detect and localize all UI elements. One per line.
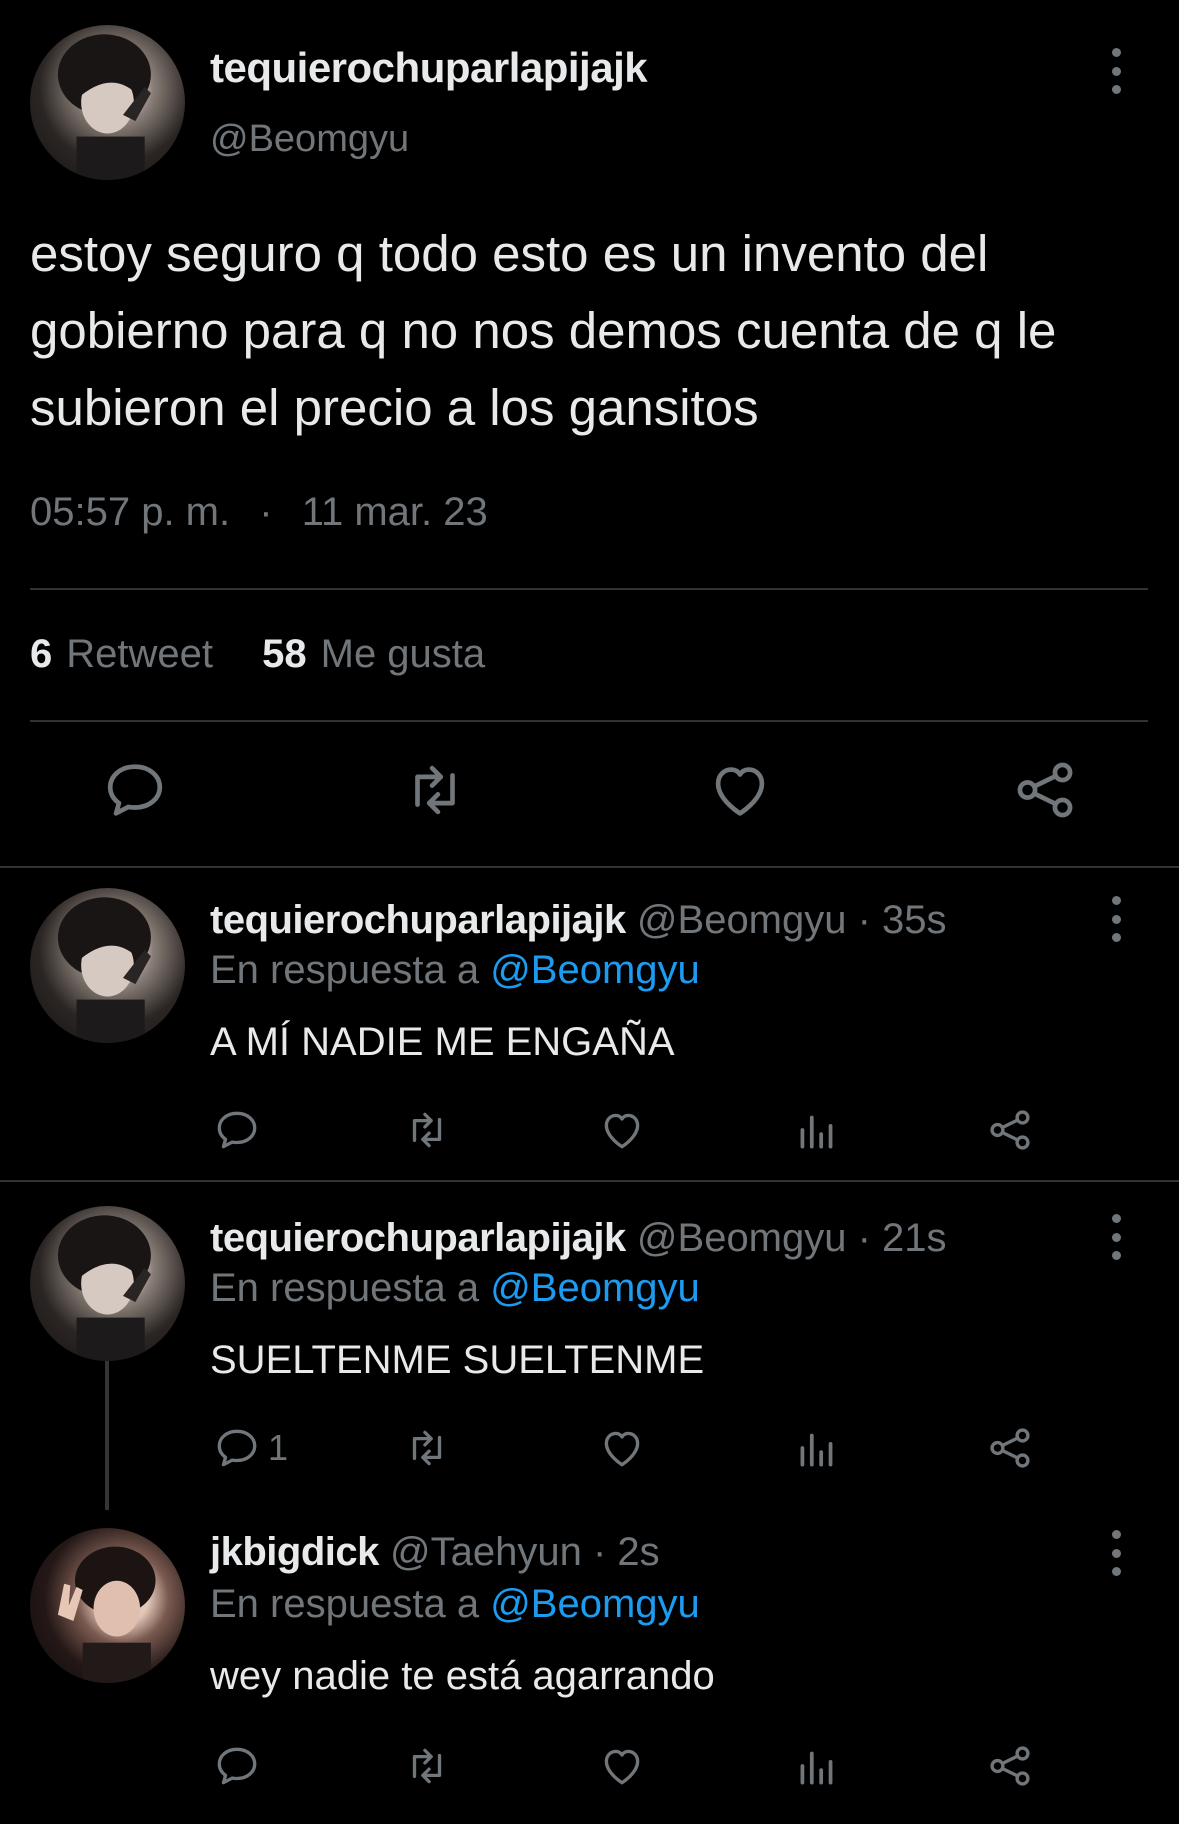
reply-tweet[interactable]: tequierochuparlapijajk @Beomgyu · 35s En… xyxy=(0,868,1179,1180)
retweet-count: 6 xyxy=(30,632,53,676)
reply-icon[interactable] xyxy=(212,1102,262,1158)
reply-header: jkbigdick @Taehyun · 2s xyxy=(210,1530,660,1575)
reply-to-label: En respuesta a xyxy=(210,1266,480,1310)
heart-icon[interactable] xyxy=(597,1420,647,1476)
reply-icon[interactable] xyxy=(212,1738,262,1794)
engagement-stats: 6 Retweet 58 Me gusta xyxy=(30,632,523,677)
reply-action-bar: 1 xyxy=(0,1420,1179,1480)
retweet-icon[interactable] xyxy=(402,1738,452,1794)
reply-context: En respuesta a @Beomgyu xyxy=(210,948,700,993)
share-icon[interactable] xyxy=(1010,755,1080,825)
reply-context: En respuesta a @Beomgyu xyxy=(210,1266,700,1311)
share-icon[interactable] xyxy=(985,1102,1035,1158)
reply-count: 1 xyxy=(268,1427,289,1468)
reply-to-mention[interactable]: @Beomgyu xyxy=(490,948,700,992)
like-label: Me gusta xyxy=(320,632,486,676)
tweet-thread-screen: tequierochuparlapijajk @Beomgyu estoy se… xyxy=(0,0,1179,1824)
more-vertical-icon[interactable] xyxy=(1104,896,1128,942)
timestamp-separator: · xyxy=(259,490,273,534)
reply-tweet[interactable]: jkbigdick @Taehyun · 2s En respuesta a @… xyxy=(0,1502,1179,1824)
retweet-stat[interactable]: 6 Retweet xyxy=(30,632,224,676)
reply-text: SUELTENME SUELTENME xyxy=(210,1338,705,1382)
more-vertical-icon[interactable] xyxy=(1104,1530,1128,1576)
author-name[interactable]: tequierochuparlapijajk xyxy=(210,44,648,92)
reply-text: A MÍ NADIE ME ENGAÑA xyxy=(210,1020,675,1064)
more-vertical-icon[interactable] xyxy=(1104,48,1128,94)
reply-to-mention[interactable]: @Beomgyu xyxy=(490,1266,700,1310)
avatar[interactable] xyxy=(30,1528,185,1683)
author-handle-time[interactable]: @Taehyun · 2s xyxy=(390,1530,660,1574)
reply-to-label: En respuesta a xyxy=(210,948,480,992)
tweet-timestamp: 05:57 p. m. · 11 mar. 23 xyxy=(30,490,488,535)
author-handle[interactable]: @Beomgyu xyxy=(210,118,409,161)
reply-to-mention[interactable]: @Beomgyu xyxy=(490,1582,700,1626)
reply-tweet[interactable]: tequierochuparlapijajk @Beomgyu · 21s En… xyxy=(0,1182,1179,1510)
avatar-photo xyxy=(57,1546,156,1683)
divider xyxy=(30,720,1148,722)
avatar-photo xyxy=(57,34,151,180)
divider xyxy=(30,588,1148,590)
author-name[interactable]: tequierochuparlapijajk xyxy=(210,898,626,942)
retweet-icon[interactable] xyxy=(402,1102,452,1158)
share-icon[interactable] xyxy=(985,1420,1035,1476)
heart-icon[interactable] xyxy=(597,1102,647,1158)
avatar-photo xyxy=(57,897,151,1043)
analytics-icon[interactable] xyxy=(792,1738,842,1794)
main-tweet: tequierochuparlapijajk @Beomgyu estoy se… xyxy=(0,0,1179,867)
author-name[interactable]: jkbigdick xyxy=(210,1530,379,1574)
tweet-date: 11 mar. 23 xyxy=(301,490,488,534)
avatar[interactable] xyxy=(30,1206,185,1361)
tweet-time: 05:57 p. m. xyxy=(30,490,231,534)
author-handle-time[interactable]: @Beomgyu · 35s xyxy=(637,898,947,942)
share-icon[interactable] xyxy=(985,1738,1035,1794)
heart-icon[interactable] xyxy=(705,755,775,825)
reply-header: tequierochuparlapijajk @Beomgyu · 35s xyxy=(210,898,947,943)
like-stat[interactable]: 58 Me gusta xyxy=(262,632,485,676)
reply-action-bar xyxy=(0,1102,1179,1162)
reply-text: wey nadie te está agarrando xyxy=(210,1654,715,1698)
like-count: 58 xyxy=(262,632,307,676)
tweet-action-bar xyxy=(0,755,1179,835)
more-vertical-icon[interactable] xyxy=(1104,1214,1128,1260)
retweet-icon[interactable] xyxy=(400,755,470,825)
retweet-label: Retweet xyxy=(66,632,213,676)
reply-icon xyxy=(217,1429,257,1467)
reply-button[interactable]: 1 xyxy=(212,1420,288,1476)
analytics-icon[interactable] xyxy=(792,1420,842,1476)
heart-icon[interactable] xyxy=(597,1738,647,1794)
author-name[interactable]: tequierochuparlapijajk xyxy=(210,1216,626,1260)
reply-context: En respuesta a @Beomgyu xyxy=(210,1582,700,1627)
reply-to-label: En respuesta a xyxy=(210,1582,480,1626)
reply-action-bar xyxy=(0,1738,1179,1798)
avatar-photo xyxy=(57,1215,151,1361)
reply-header: tequierochuparlapijajk @Beomgyu · 21s xyxy=(210,1216,947,1261)
retweet-icon[interactable] xyxy=(402,1420,452,1476)
analytics-icon[interactable] xyxy=(792,1102,842,1158)
avatar[interactable] xyxy=(30,888,185,1043)
author-handle-time[interactable]: @Beomgyu · 21s xyxy=(637,1216,947,1260)
tweet-text: estoy seguro q todo esto es un invento d… xyxy=(30,225,1057,436)
reply-icon[interactable] xyxy=(100,755,170,825)
avatar[interactable] xyxy=(30,25,185,180)
